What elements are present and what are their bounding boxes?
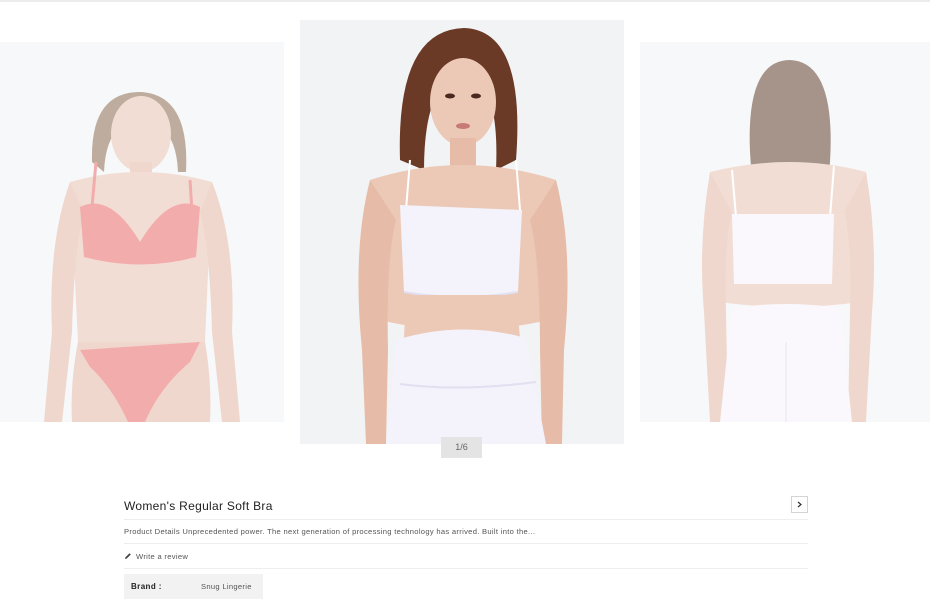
pencil-icon [125,553,131,559]
product-info: Women's Regular Soft Bra Product Details… [124,494,808,599]
product-description: Product Details Unprecedented power. The… [124,527,536,536]
brand-info: Brand : Snug Lingerie [124,574,263,599]
brand-label: Brand : [131,582,162,591]
chevron-right-icon [797,501,802,508]
next-product-button[interactable] [791,496,808,513]
write-review-label: Write a review [136,551,189,561]
product-image-red-lace-set [0,42,284,422]
carousel-slide-previous[interactable] [0,42,284,422]
product-title: Women's Regular Soft Bra [124,499,273,513]
write-review-link[interactable]: Write a review [124,544,808,569]
product-title-row: Women's Regular Soft Bra [124,494,808,520]
carousel-counter: 1/6 [441,437,482,458]
brand-value: Snug Lingerie [201,582,252,591]
top-divider [0,0,930,2]
product-image-white-tube-bra [300,20,624,444]
carousel-slide-next[interactable] [640,42,930,422]
product-description-row: Product Details Unprecedented power. The… [124,520,808,544]
product-image-back-view [640,42,930,422]
carousel-slide-current[interactable] [300,20,624,444]
